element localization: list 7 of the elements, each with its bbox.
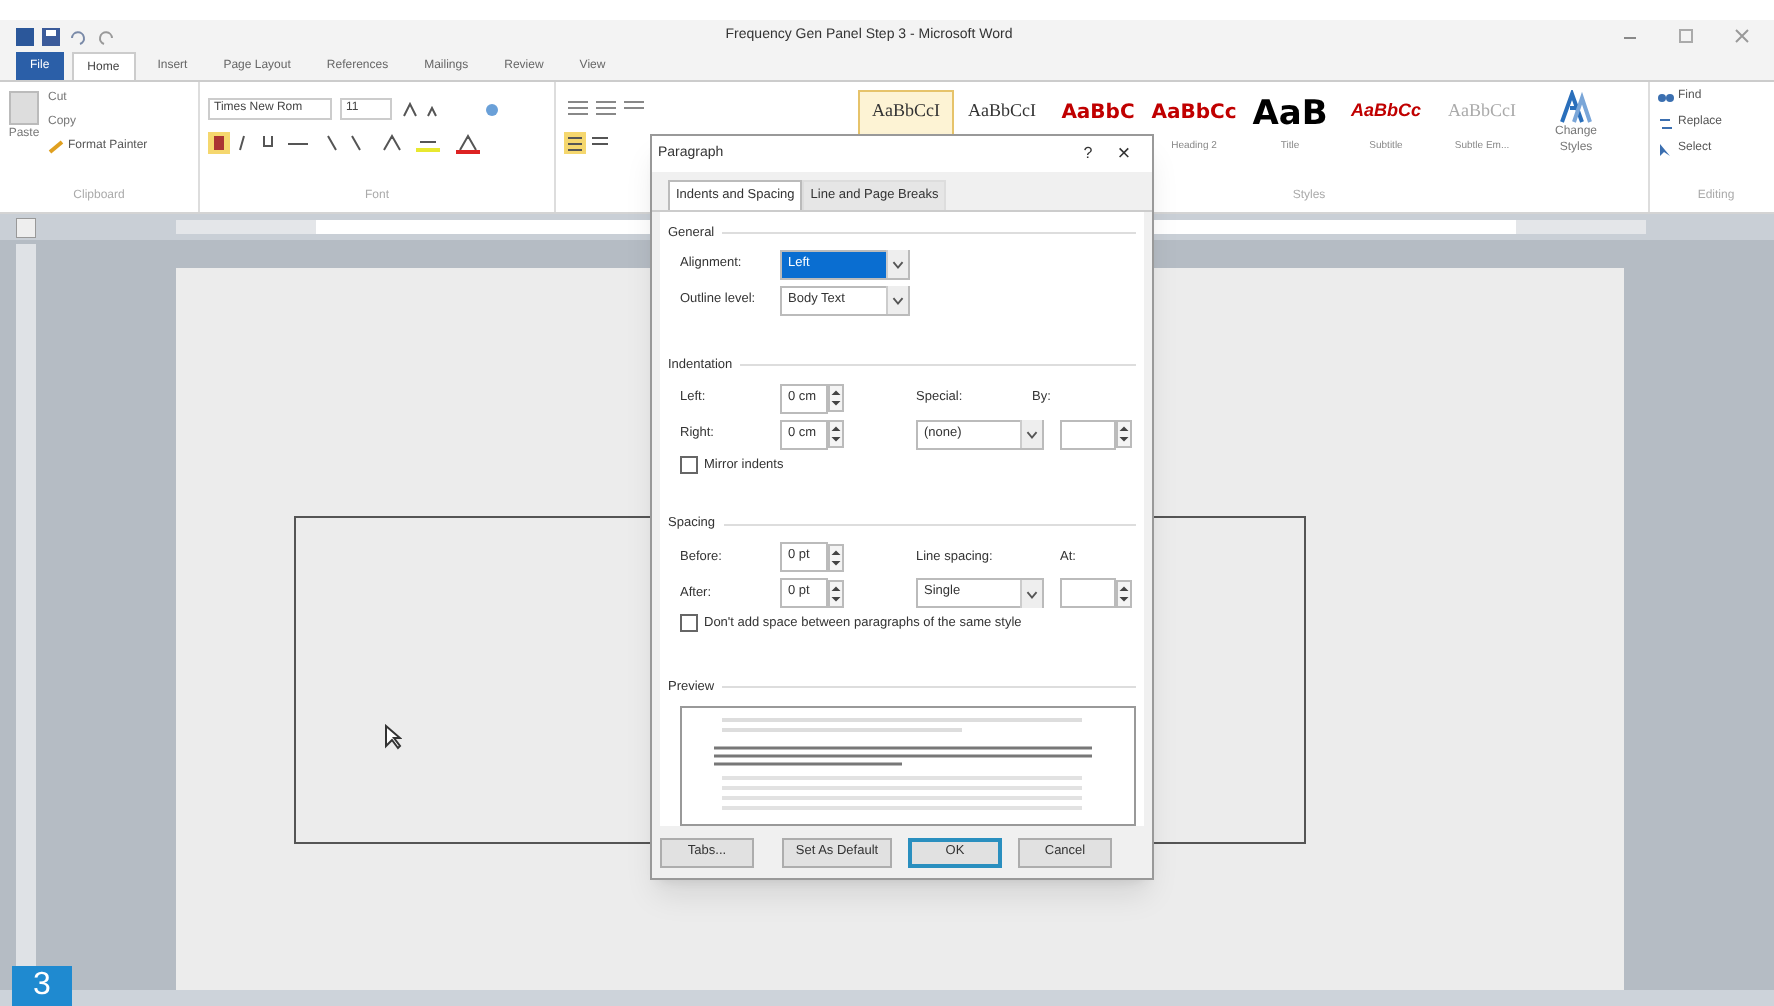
- style-preview: AaB: [1252, 98, 1328, 132]
- style-preview: AaBbCc: [1151, 100, 1237, 128]
- style-preview: AaBbCcI: [872, 98, 940, 124]
- step-badge: 3: [12, 966, 72, 1006]
- style-preview: AaBbCcI: [1448, 98, 1516, 124]
- style-preview: AaBbCc: [1350, 98, 1421, 124]
- style-preview: AaBbCcI: [968, 98, 1036, 124]
